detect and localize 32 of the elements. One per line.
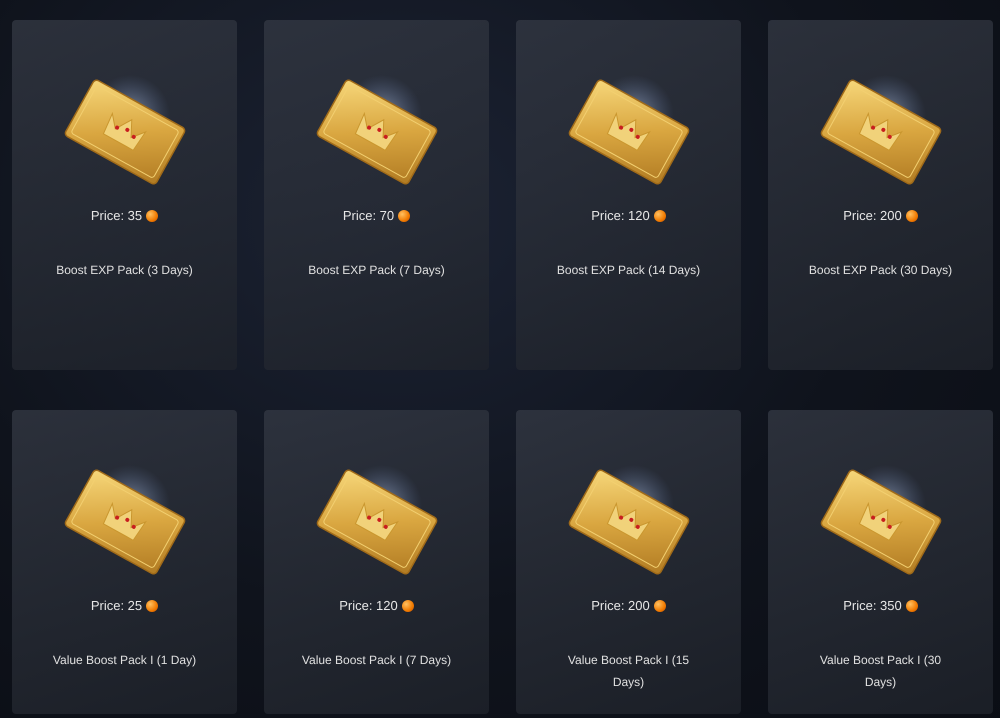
item-name: Boost EXP Pack (7 Days): [308, 262, 445, 279]
coin-icon: [906, 210, 918, 222]
price-label: Price: 35: [90, 208, 142, 223]
price-label: Price: 120: [339, 598, 398, 613]
item-card[interactable]: Price: 120 Value Boost Pack I (7 Days): [264, 410, 489, 714]
price-label: Price: 25: [90, 598, 142, 613]
item-card[interactable]: Price: 35 Boost EXP Pack (3 Days): [12, 20, 237, 370]
item-name: Value Boost Pack I (1 Day): [52, 652, 196, 669]
price-label: Price: 350: [843, 598, 902, 613]
item-name: Boost EXP Pack (3 Days): [56, 262, 193, 279]
item-card[interactable]: Price: 25 Value Boost Pack I (1 Day): [12, 410, 237, 714]
price-label: Price: 200: [843, 208, 902, 223]
item-card[interactable]: Price: 200 Boost EXP Pack (30 Days): [768, 20, 993, 370]
item-name: Boost EXP Pack (30 Days): [808, 262, 952, 279]
coin-icon: [906, 600, 918, 612]
coin-icon: [146, 210, 158, 222]
item-card[interactable]: Price: 120 Boost EXP Pack (14 Days): [516, 20, 741, 370]
item-card[interactable]: Price: 70 Boost EXP Pack (7 Days): [264, 20, 489, 370]
coin-icon: [654, 600, 666, 612]
coin-icon: [398, 210, 410, 222]
item-card[interactable]: Price: 350 Value Boost Pack I (30 Days): [768, 410, 993, 714]
coin-icon: [146, 600, 158, 612]
item-name: Boost EXP Pack (14 Days): [556, 262, 700, 279]
item-name: Value Boost Pack I (15 Days): [566, 652, 690, 691]
coin-icon: [402, 600, 414, 612]
item-name: Value Boost Pack I (7 Days): [302, 652, 452, 669]
item-name: Value Boost Pack I (30 Days): [818, 652, 942, 691]
coin-icon: [654, 210, 666, 222]
price-label: Price: 70: [342, 208, 394, 223]
price-label: Price: 120: [591, 208, 650, 223]
price-label: Price: 200: [591, 598, 650, 613]
item-card[interactable]: Price: 200 Value Boost Pack I (15 Days): [516, 410, 741, 714]
